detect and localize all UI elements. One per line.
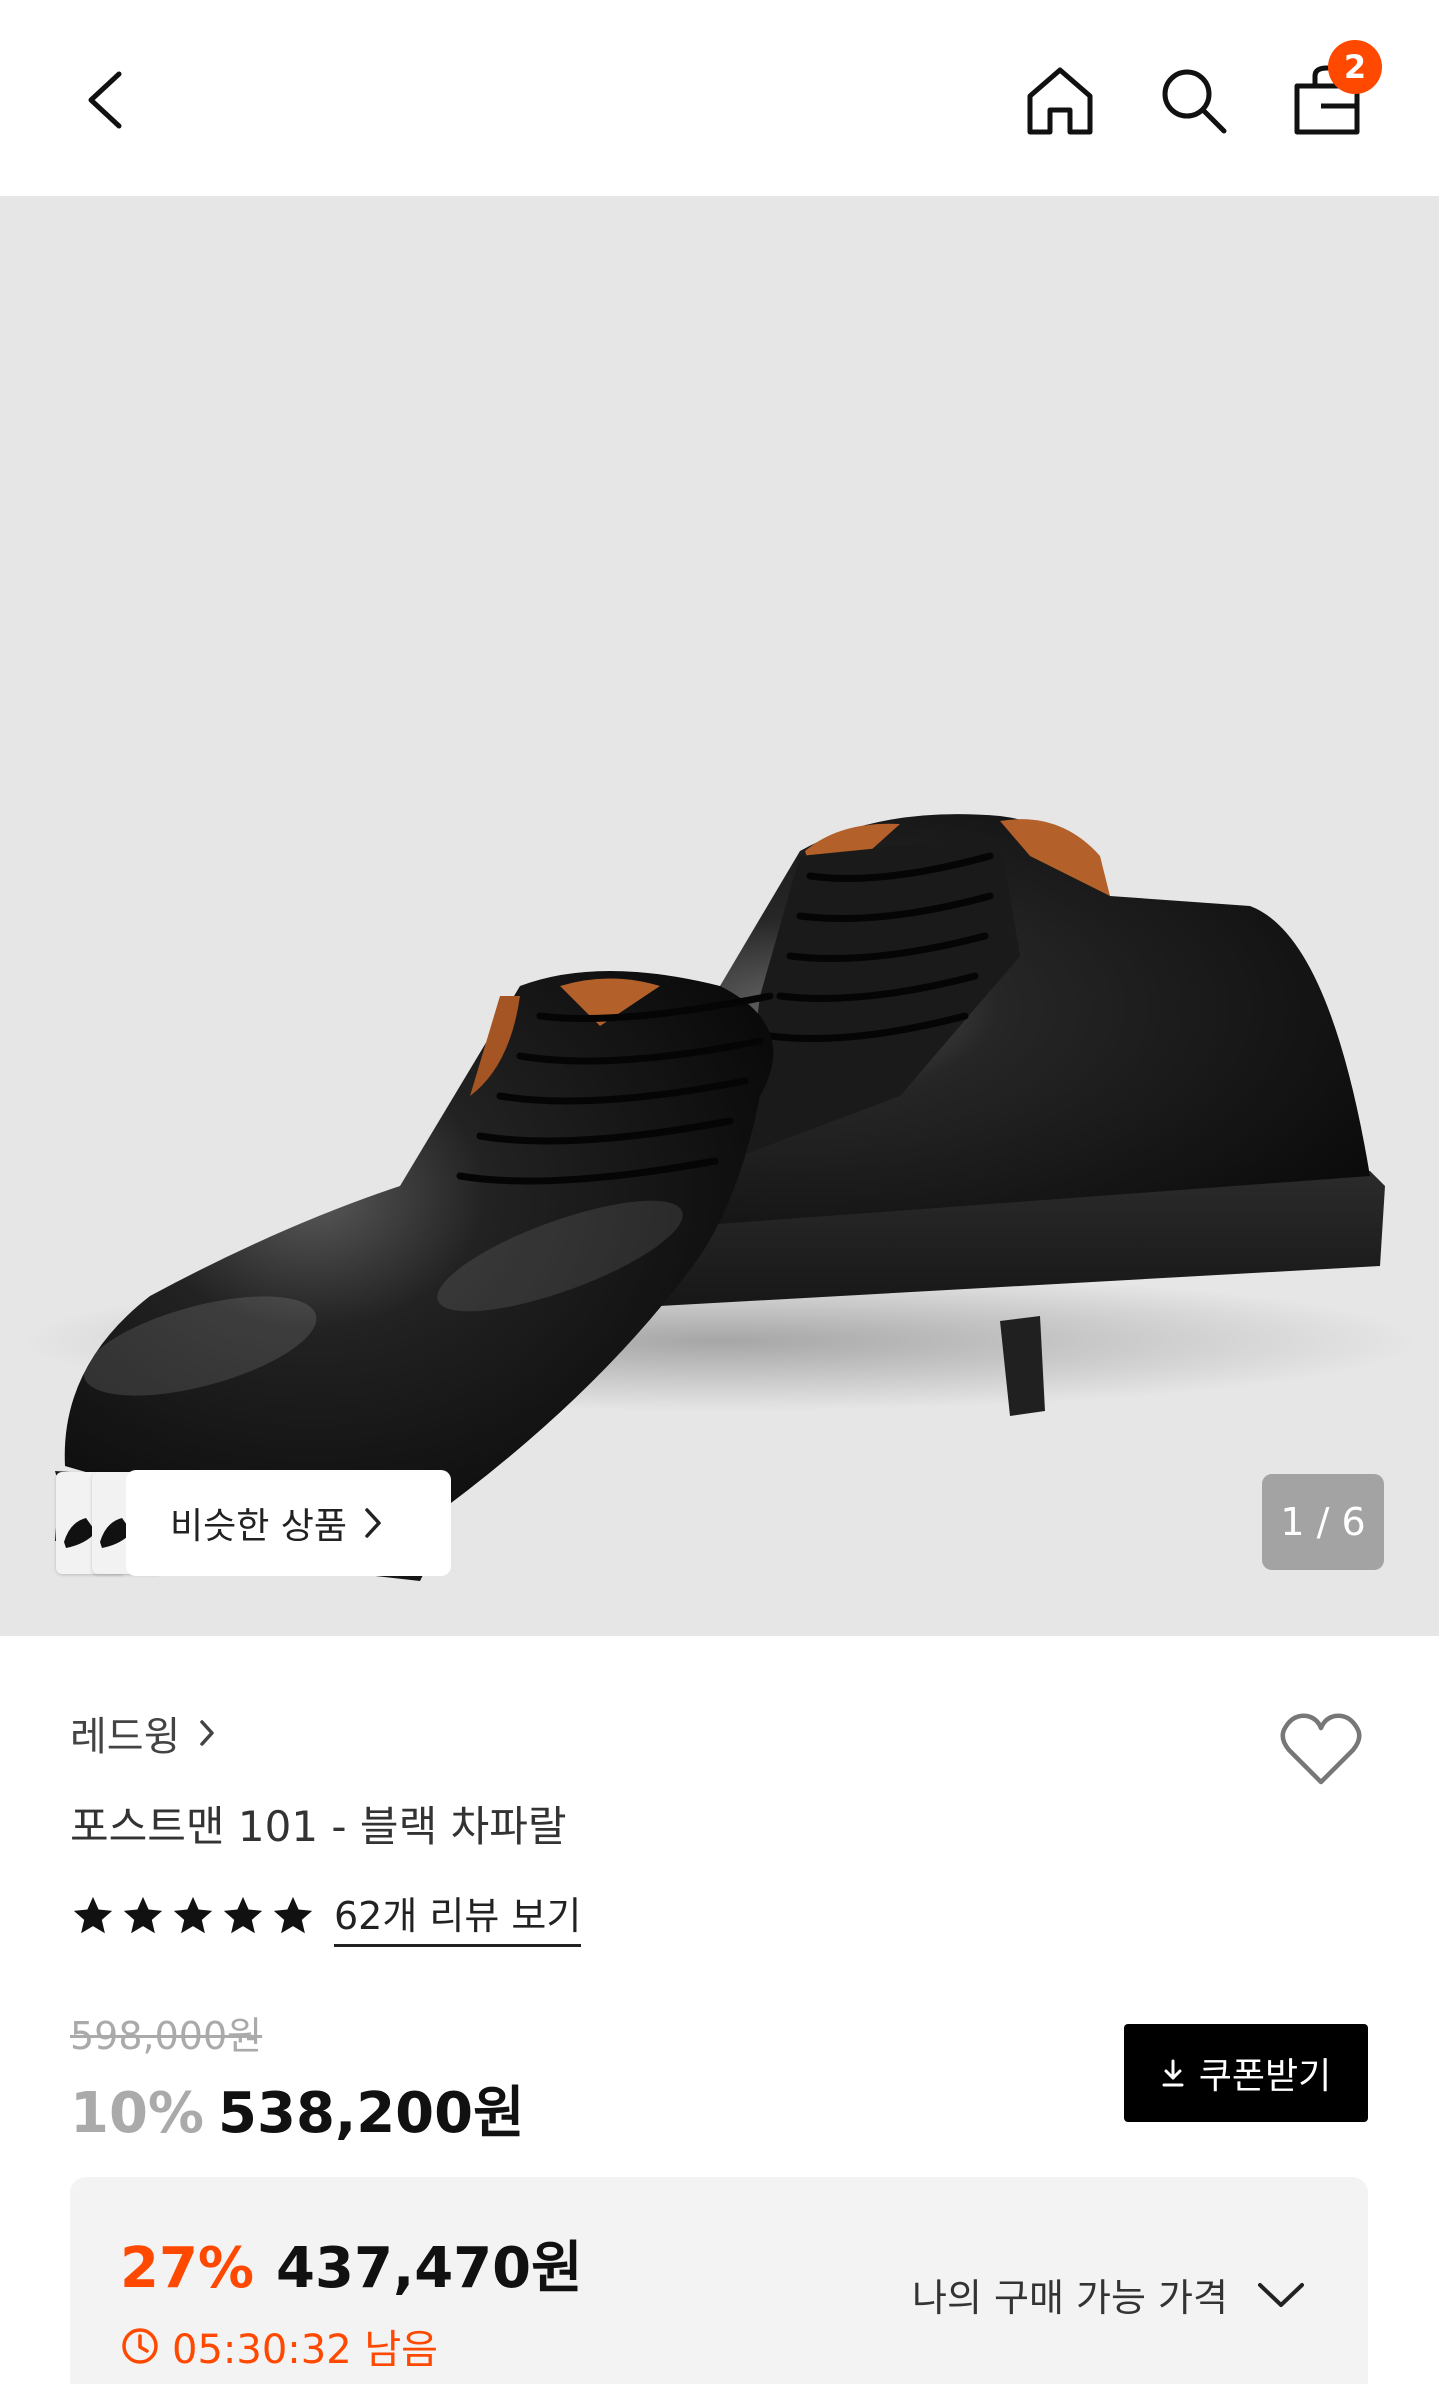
- back-button[interactable]: [70, 55, 140, 145]
- price-row: 10% 538,200원: [70, 2068, 525, 2149]
- home-button[interactable]: [1015, 55, 1105, 145]
- original-price: 598,000원: [70, 2014, 263, 2058]
- top-header: 2: [0, 0, 1439, 196]
- star-icon: [223, 1896, 263, 1934]
- similar-products-label: 비슷한 상품: [170, 1506, 348, 1547]
- wishlist-button[interactable]: [1276, 1705, 1366, 1795]
- star-icon: [123, 1896, 163, 1934]
- brand-name: 레드윙: [70, 1714, 181, 1760]
- chevron-left-icon: [88, 71, 122, 129]
- clock-icon: [122, 2328, 158, 2364]
- product-image-carousel[interactable]: 비슷한 상품 1 / 6: [0, 196, 1439, 1636]
- product-photo: [20, 814, 1420, 1581]
- home-icon: [1027, 67, 1093, 135]
- best-price-row: 27% 437,470원: [120, 2223, 583, 2304]
- chevron-right-icon: [200, 1720, 215, 1746]
- best-discount-rate: 27%: [120, 2236, 255, 2301]
- similar-products-label-box: 비슷한 상품: [126, 1470, 451, 1576]
- star-icon: [273, 1896, 313, 1934]
- best-price: 437,470원: [276, 2236, 583, 2301]
- sale-price: 538,200원: [218, 2081, 525, 2146]
- search-button[interactable]: [1148, 55, 1238, 145]
- review-link[interactable]: 62개 리뷰 보기: [334, 1885, 582, 1947]
- chevron-down-icon: [1257, 2282, 1304, 2307]
- rating-row: 62개 리뷰 보기: [70, 1885, 582, 1947]
- star-rating: [70, 1893, 316, 1939]
- image-pager: 1 / 6: [1262, 1474, 1384, 1570]
- star-icon: [73, 1896, 113, 1934]
- chevron-right-icon: [365, 1508, 381, 1538]
- similar-products-button[interactable]: 비슷한 상품: [56, 1470, 451, 1576]
- countdown-timer: 05:30:32 남음: [120, 2317, 438, 2375]
- cart-count-badge: 2: [1328, 40, 1382, 94]
- heart-icon: [1280, 1713, 1362, 1785]
- discount-rate: 10%: [70, 2081, 205, 2146]
- product-title: 포스트맨 101 - 블랙 차파랄: [70, 1802, 567, 1851]
- download-icon: [1162, 2059, 1184, 2087]
- timer-text: 05:30:32 남음: [172, 2327, 438, 2373]
- search-icon: [1162, 69, 1227, 134]
- my-price-toggle[interactable]: 나의 구매 가능 가격: [912, 2267, 1306, 2322]
- my-price-label: 나의 구매 가능 가격: [912, 2276, 1228, 2320]
- best-price-box[interactable]: 27% 437,470원 05:30:32 남음 나의 구매 가능 가격: [70, 2177, 1368, 2384]
- coupon-label: 쿠폰받기: [1198, 2056, 1332, 2097]
- brand-link[interactable]: 레드윙: [70, 1705, 216, 1761]
- coupon-button[interactable]: 쿠폰받기: [1124, 2024, 1368, 2122]
- star-icon: [173, 1896, 213, 1934]
